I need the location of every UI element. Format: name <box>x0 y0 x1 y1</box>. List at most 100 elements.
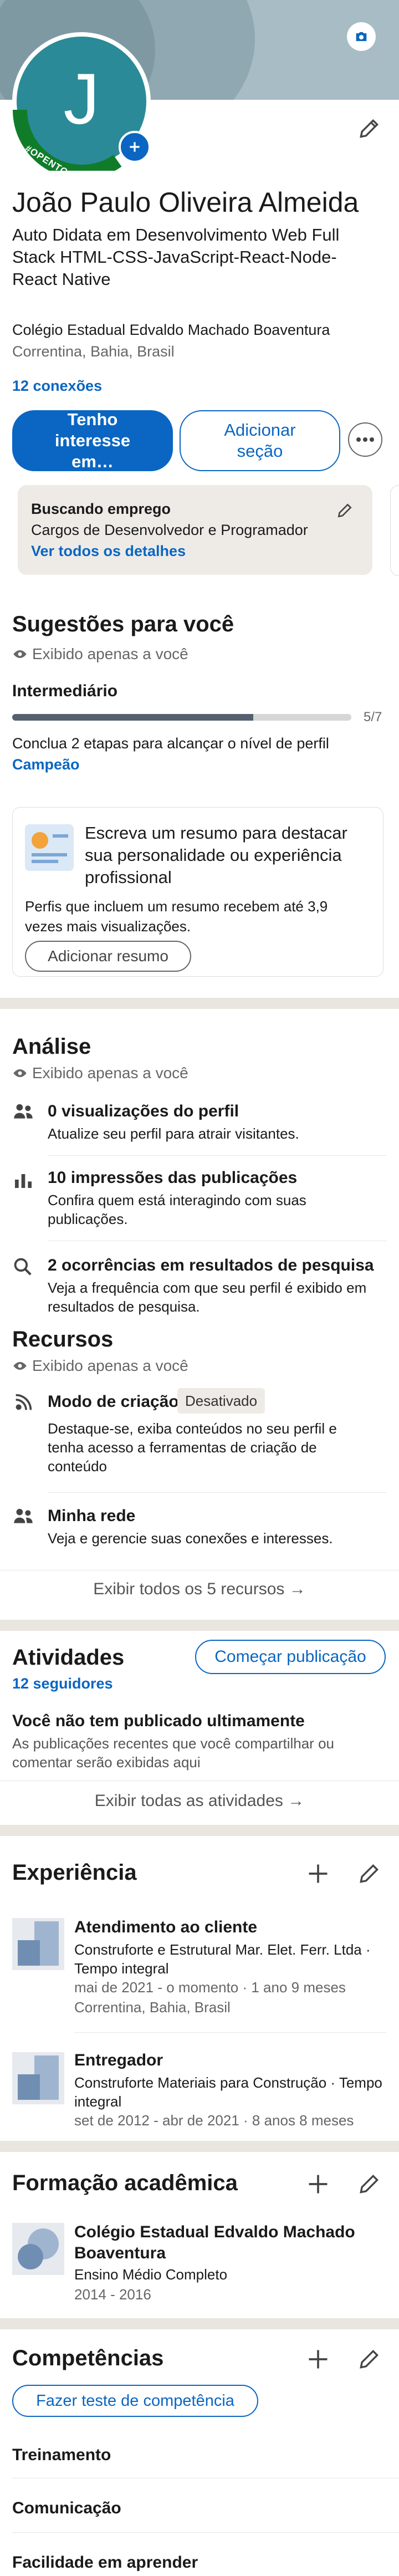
plus-icon <box>130 142 140 152</box>
profile-headline: Auto Didata em Desenvolvimento Web Full … <box>12 225 340 289</box>
summary-suggestion-desc: Perfis que incluem um resumo recebem até… <box>25 898 328 935</box>
avatar[interactable]: J #OPENTOWORK <box>12 32 151 195</box>
bar-chart-icon <box>15 1174 32 1188</box>
section-gap <box>0 2141 399 2152</box>
analysis-item-post-impressions[interactable]: 10 impressões das publicações Confira qu… <box>0 1165 399 1248</box>
plus-icon <box>309 2350 328 2369</box>
add-section-button[interactable]: Adicionar seção <box>180 410 340 471</box>
eye-icon <box>13 1362 27 1370</box>
progress-hint: Conclua 2 etapas para alcançar o nível d… <box>12 735 329 752</box>
divider <box>12 2532 399 2533</box>
connections-link[interactable]: 12 conexões <box>12 378 102 395</box>
experience-item[interactable]: Entregador Construforte Materiais para C… <box>0 2043 399 2138</box>
add-skill-button[interactable] <box>306 2347 330 2371</box>
section-gap <box>0 2318 399 2329</box>
eye-icon <box>13 650 27 658</box>
section-gap <box>0 1825 399 1836</box>
my-network-item[interactable]: Minha rede Veja e gerencie suas conexões… <box>0 1504 399 1565</box>
no-posts-desc: As publicações recentes que você compart… <box>12 1735 334 1771</box>
ellipsis-icon <box>356 437 374 442</box>
eye-icon <box>13 1069 27 1077</box>
education-section: Formação acadêmica Colégio Estadual Edva… <box>0 2152 399 2318</box>
skill-item[interactable]: Facilidade em aprender <box>12 2553 198 2572</box>
show-all-activity-link[interactable]: Exibir todas as atividades → <box>0 1792 399 1810</box>
experience-section: Experiência Atendimento ao cliente Const… <box>0 1836 399 2141</box>
section-gap <box>0 998 399 1009</box>
pencil-icon <box>337 503 352 518</box>
analysis-item-search-appearances[interactable]: 2 ocorrências em resultados de pesquisa … <box>0 1253 399 1319</box>
resources-title: Recursos <box>12 1327 114 1351</box>
profile-header: J #OPENTOWORK João Paulo Oliveira Almeid… <box>0 0 399 480</box>
job-card-title: Buscando emprego <box>31 501 171 517</box>
skill-item[interactable]: Treinamento <box>12 2446 111 2465</box>
progress-target-level: Campeão <box>12 756 80 773</box>
pencil-icon <box>360 1864 379 1883</box>
no-posts-title: Você não tem publicado ultimamente <box>12 1712 305 1730</box>
education-item[interactable]: Colégio Estadual Edvaldo Machado Boavent… <box>0 2217 399 2312</box>
suggestions-section: Sugestões para você Exibido apenas a voc… <box>0 604 399 992</box>
broadcast-icon <box>16 1394 32 1410</box>
interested-button[interactable]: Tenho interesse em… <box>12 410 173 471</box>
edit-intro-button[interactable] <box>357 116 381 141</box>
company-logo-icon <box>12 2052 64 2104</box>
open-to-work-card[interactable]: Buscando emprego Cargos de Desenvolvedor… <box>18 485 372 575</box>
edit-cover-button[interactable] <box>347 22 376 51</box>
job-card-details-link[interactable]: Ver todos os detalhes <box>31 543 186 560</box>
pencil-icon <box>360 2349 379 2369</box>
skill-item[interactable]: Comunicação <box>12 2499 121 2518</box>
edit-education-button[interactable] <box>357 2172 381 2196</box>
profile-name: João Paulo Oliveira Almeida <box>12 187 359 218</box>
profile-location: Correntina, Bahia, Brasil <box>12 343 175 360</box>
school-logo-icon <box>12 2223 64 2275</box>
summary-suggestion-title: Escreva um resumo para destacar sua pers… <box>85 823 347 887</box>
company-logo-icon <box>12 1918 64 1970</box>
progress-count: 5/7 <box>364 710 382 725</box>
show-all-resources-link[interactable]: Exibir todos os 5 recursos → <box>0 1580 399 1599</box>
summary-suggestion-card[interactable]: Escreva um resumo para destacar sua pers… <box>12 807 383 977</box>
profile-progress-fill <box>12 714 253 721</box>
start-post-button[interactable]: Começar publicação <box>195 1640 386 1674</box>
activity-title: Atividades <box>12 1645 125 1670</box>
profile-level: Intermediário <box>12 682 118 700</box>
visibility-note: Exibido apenas a você <box>12 1357 188 1375</box>
edit-experience-button[interactable] <box>357 1861 381 1886</box>
section-gap <box>0 1620 399 1631</box>
edit-job-card-button[interactable] <box>336 502 354 519</box>
experience-item[interactable]: Atendimento ao cliente Construforte e Es… <box>0 1910 399 2033</box>
resources-section: Recursos Exibido apenas a você Modo de c… <box>0 1319 399 1630</box>
people-icon <box>14 1508 33 1523</box>
activity-section: Atividades 12 seguidores Começar publica… <box>0 1631 399 1825</box>
plus-icon <box>309 2175 328 2194</box>
analysis-title: Análise <box>12 1034 91 1059</box>
analysis-section: Análise Exibido apenas a você 0 visualiz… <box>0 1009 399 1319</box>
add-photo-button[interactable] <box>119 131 151 163</box>
experience-title: Experiência <box>12 1860 137 1885</box>
creator-mode-status-badge: Desativado <box>177 1388 265 1414</box>
search-icon <box>14 1258 32 1276</box>
creator-mode-item[interactable]: Modo de criação Desativado Destaque-se, … <box>0 1388 399 1504</box>
skills-title: Competências <box>12 2346 164 2370</box>
visibility-note: Exibido apenas a você <box>12 1064 188 1082</box>
add-summary-button[interactable]: Adicionar resumo <box>25 941 191 972</box>
profile-page: J #OPENTOWORK João Paulo Oliveira Almeid… <box>0 0 399 2576</box>
visibility-note: Exibido apenas a você <box>12 645 188 663</box>
summary-illustration-icon <box>25 824 74 871</box>
next-card-peek[interactable] <box>390 485 399 576</box>
education-title: Formação acadêmica <box>12 2171 238 2195</box>
skill-test-button[interactable]: Fazer teste de competência <box>12 2385 258 2417</box>
skills-section: Competências Fazer teste de competência … <box>0 2329 399 2576</box>
plus-icon <box>309 1864 328 1883</box>
more-options-button[interactable] <box>348 422 382 457</box>
camera-icon <box>356 32 367 42</box>
people-icon <box>14 1104 33 1119</box>
profile-education[interactable]: Colégio Estadual Edvaldo Machado Boavent… <box>12 322 330 339</box>
edit-skills-button[interactable] <box>357 2347 381 2371</box>
job-card-roles: Cargos de Desenvolvedor e Programador <box>31 522 308 538</box>
pencil-icon <box>360 119 379 138</box>
suggestions-title: Sugestões para você <box>12 612 234 636</box>
add-experience-button[interactable] <box>306 1861 330 1886</box>
pencil-icon <box>360 2174 379 2194</box>
add-education-button[interactable] <box>306 2172 330 2196</box>
profile-progress-bar <box>12 714 351 721</box>
followers-count[interactable]: 12 seguidores <box>12 1675 113 1692</box>
